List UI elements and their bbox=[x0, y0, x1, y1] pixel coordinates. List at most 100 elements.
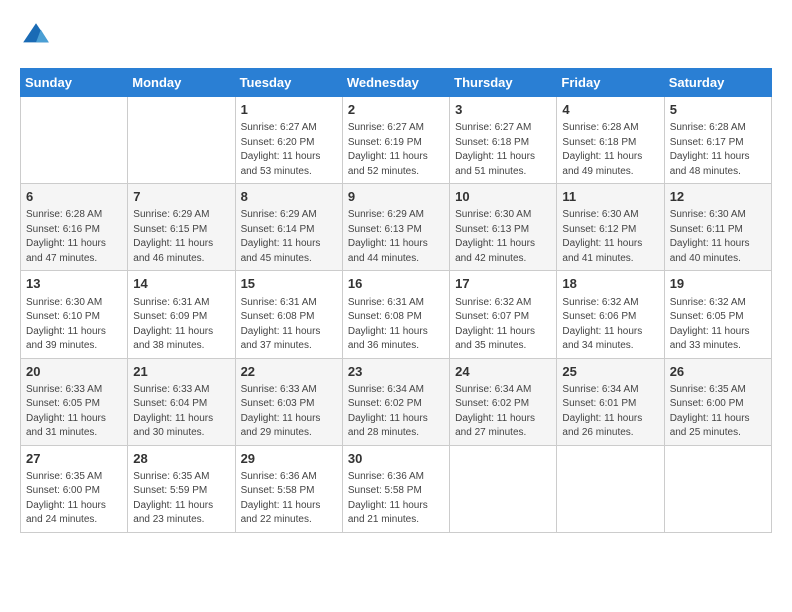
calendar-cell: 2 Sunrise: 6:27 AM Sunset: 6:19 PM Daylig… bbox=[342, 97, 449, 184]
day-info: Sunrise: 6:32 AM Sunset: 6:07 PM Dayligh… bbox=[455, 296, 551, 354]
day-info: Sunrise: 6:29 AM Sunset: 6:14 PM Dayligh… bbox=[241, 208, 337, 266]
calendar-week-row: 13 Sunrise: 6:30 AM Sunset: 6:10 PM Dayli… bbox=[21, 271, 772, 358]
day-info: Sunrise: 6:34 AM Sunset: 6:02 PM Dayligh… bbox=[348, 383, 444, 441]
column-header-saturday: Saturday bbox=[664, 69, 771, 97]
day-number: 16 bbox=[348, 275, 444, 293]
calendar-cell: 19 Sunrise: 6:32 AM Sunset: 6:05 PM Dayli… bbox=[664, 271, 771, 358]
day-info: Sunrise: 6:33 AM Sunset: 6:05 PM Dayligh… bbox=[26, 383, 122, 441]
day-info: Sunrise: 6:31 AM Sunset: 6:08 PM Dayligh… bbox=[348, 296, 444, 354]
calendar-cell: 17 Sunrise: 6:32 AM Sunset: 6:07 PM Dayli… bbox=[450, 271, 557, 358]
day-info: Sunrise: 6:28 AM Sunset: 6:18 PM Dayligh… bbox=[562, 121, 658, 179]
calendar-cell: 1 Sunrise: 6:27 AM Sunset: 6:20 PM Daylig… bbox=[235, 97, 342, 184]
day-info: Sunrise: 6:36 AM Sunset: 5:58 PM Dayligh… bbox=[241, 470, 337, 528]
day-info: Sunrise: 6:34 AM Sunset: 6:01 PM Dayligh… bbox=[562, 383, 658, 441]
calendar-week-row: 27 Sunrise: 6:35 AM Sunset: 6:00 PM Dayli… bbox=[21, 445, 772, 532]
column-header-monday: Monday bbox=[128, 69, 235, 97]
calendar-cell: 26Sunrise: 6:35 AM Sunset: 6:00 PM Dayli… bbox=[664, 358, 771, 445]
calendar-cell bbox=[128, 97, 235, 184]
day-number: 28 bbox=[133, 450, 229, 468]
day-info: Sunrise: 6:36 AM Sunset: 5:58 PM Dayligh… bbox=[348, 470, 444, 528]
day-info: Sunrise: 6:29 AM Sunset: 6:13 PM Dayligh… bbox=[348, 208, 444, 266]
day-number: 5 bbox=[670, 101, 766, 119]
calendar-cell: 16 Sunrise: 6:31 AM Sunset: 6:08 PM Dayli… bbox=[342, 271, 449, 358]
day-number: 8 bbox=[241, 188, 337, 206]
day-number: 23 bbox=[348, 363, 444, 381]
calendar-cell: 4 Sunrise: 6:28 AM Sunset: 6:18 PM Daylig… bbox=[557, 97, 664, 184]
column-header-thursday: Thursday bbox=[450, 69, 557, 97]
day-number: 18 bbox=[562, 275, 658, 293]
calendar-cell: 9 Sunrise: 6:29 AM Sunset: 6:13 PM Daylig… bbox=[342, 184, 449, 271]
day-number: 22 bbox=[241, 363, 337, 381]
day-number: 17 bbox=[455, 275, 551, 293]
page-header bbox=[20, 20, 772, 52]
calendar-cell: 22 Sunrise: 6:33 AM Sunset: 6:03 PM Dayli… bbox=[235, 358, 342, 445]
day-number: 19 bbox=[670, 275, 766, 293]
calendar-cell: 10Sunrise: 6:30 AM Sunset: 6:13 PM Dayli… bbox=[450, 184, 557, 271]
calendar-table: SundayMondayTuesdayWednesdayThursdayFrid… bbox=[20, 68, 772, 533]
column-header-tuesday: Tuesday bbox=[235, 69, 342, 97]
calendar-cell: 12Sunrise: 6:30 AM Sunset: 6:11 PM Dayli… bbox=[664, 184, 771, 271]
day-number: 27 bbox=[26, 450, 122, 468]
day-number: 6 bbox=[26, 188, 122, 206]
calendar-cell: 18Sunrise: 6:32 AM Sunset: 6:06 PM Dayli… bbox=[557, 271, 664, 358]
calendar-cell: 11 Sunrise: 6:30 AM Sunset: 6:12 PM Dayli… bbox=[557, 184, 664, 271]
day-info: Sunrise: 6:33 AM Sunset: 6:03 PM Dayligh… bbox=[241, 383, 337, 441]
day-number: 10 bbox=[455, 188, 551, 206]
column-header-wednesday: Wednesday bbox=[342, 69, 449, 97]
calendar-week-row: 1 Sunrise: 6:27 AM Sunset: 6:20 PM Daylig… bbox=[21, 97, 772, 184]
calendar-cell: 3 Sunrise: 6:27 AM Sunset: 6:18 PM Daylig… bbox=[450, 97, 557, 184]
day-info: Sunrise: 6:32 AM Sunset: 6:05 PM Dayligh… bbox=[670, 296, 766, 354]
calendar-cell: 8 Sunrise: 6:29 AM Sunset: 6:14 PM Daylig… bbox=[235, 184, 342, 271]
day-number: 1 bbox=[241, 101, 337, 119]
day-number: 15 bbox=[241, 275, 337, 293]
calendar-cell bbox=[21, 97, 128, 184]
day-number: 12 bbox=[670, 188, 766, 206]
day-info: Sunrise: 6:33 AM Sunset: 6:04 PM Dayligh… bbox=[133, 383, 229, 441]
calendar-week-row: 6 Sunrise: 6:28 AM Sunset: 6:16 PM Daylig… bbox=[21, 184, 772, 271]
calendar-week-row: 20 Sunrise: 6:33 AM Sunset: 6:05 PM Dayli… bbox=[21, 358, 772, 445]
day-number: 14 bbox=[133, 275, 229, 293]
calendar-cell: 23 Sunrise: 6:34 AM Sunset: 6:02 PM Dayli… bbox=[342, 358, 449, 445]
calendar-cell: 5 Sunrise: 6:28 AM Sunset: 6:17 PM Daylig… bbox=[664, 97, 771, 184]
day-number: 20 bbox=[26, 363, 122, 381]
day-info: Sunrise: 6:28 AM Sunset: 6:17 PM Dayligh… bbox=[670, 121, 766, 179]
day-number: 29 bbox=[241, 450, 337, 468]
day-info: Sunrise: 6:27 AM Sunset: 6:19 PM Dayligh… bbox=[348, 121, 444, 179]
calendar-cell: 29 Sunrise: 6:36 AM Sunset: 5:58 PM Dayli… bbox=[235, 445, 342, 532]
day-number: 9 bbox=[348, 188, 444, 206]
calendar-cell bbox=[557, 445, 664, 532]
day-number: 13 bbox=[26, 275, 122, 293]
calendar-cell: 24Sunrise: 6:34 AM Sunset: 6:02 PM Dayli… bbox=[450, 358, 557, 445]
column-header-friday: Friday bbox=[557, 69, 664, 97]
calendar-cell: 15Sunrise: 6:31 AM Sunset: 6:08 PM Dayli… bbox=[235, 271, 342, 358]
calendar-cell: 13 Sunrise: 6:30 AM Sunset: 6:10 PM Dayli… bbox=[21, 271, 128, 358]
day-info: Sunrise: 6:28 AM Sunset: 6:16 PM Dayligh… bbox=[26, 208, 122, 266]
column-header-sunday: Sunday bbox=[21, 69, 128, 97]
day-number: 21 bbox=[133, 363, 229, 381]
calendar-cell: 21 Sunrise: 6:33 AM Sunset: 6:04 PM Dayli… bbox=[128, 358, 235, 445]
day-info: Sunrise: 6:31 AM Sunset: 6:09 PM Dayligh… bbox=[133, 296, 229, 354]
day-number: 7 bbox=[133, 188, 229, 206]
calendar-cell bbox=[450, 445, 557, 532]
calendar-cell bbox=[664, 445, 771, 532]
calendar-cell: 14 Sunrise: 6:31 AM Sunset: 6:09 PM Dayli… bbox=[128, 271, 235, 358]
calendar-cell: 20 Sunrise: 6:33 AM Sunset: 6:05 PM Dayli… bbox=[21, 358, 128, 445]
logo-icon bbox=[20, 20, 52, 52]
day-info: Sunrise: 6:27 AM Sunset: 6:20 PM Dayligh… bbox=[241, 121, 337, 179]
day-info: Sunrise: 6:35 AM Sunset: 5:59 PM Dayligh… bbox=[133, 470, 229, 528]
calendar-cell: 6 Sunrise: 6:28 AM Sunset: 6:16 PM Daylig… bbox=[21, 184, 128, 271]
day-number: 4 bbox=[562, 101, 658, 119]
day-info: Sunrise: 6:27 AM Sunset: 6:18 PM Dayligh… bbox=[455, 121, 551, 179]
day-info: Sunrise: 6:30 AM Sunset: 6:10 PM Dayligh… bbox=[26, 296, 122, 354]
calendar-cell: 28 Sunrise: 6:35 AM Sunset: 5:59 PM Dayli… bbox=[128, 445, 235, 532]
day-number: 11 bbox=[562, 188, 658, 206]
calendar-cell: 25Sunrise: 6:34 AM Sunset: 6:01 PM Dayli… bbox=[557, 358, 664, 445]
day-info: Sunrise: 6:29 AM Sunset: 6:15 PM Dayligh… bbox=[133, 208, 229, 266]
calendar-cell: 27 Sunrise: 6:35 AM Sunset: 6:00 PM Dayli… bbox=[21, 445, 128, 532]
day-info: Sunrise: 6:35 AM Sunset: 6:00 PM Dayligh… bbox=[26, 470, 122, 528]
day-info: Sunrise: 6:30 AM Sunset: 6:12 PM Dayligh… bbox=[562, 208, 658, 266]
day-number: 3 bbox=[455, 101, 551, 119]
day-number: 30 bbox=[348, 450, 444, 468]
calendar-cell: 7 Sunrise: 6:29 AM Sunset: 6:15 PM Daylig… bbox=[128, 184, 235, 271]
day-number: 2 bbox=[348, 101, 444, 119]
